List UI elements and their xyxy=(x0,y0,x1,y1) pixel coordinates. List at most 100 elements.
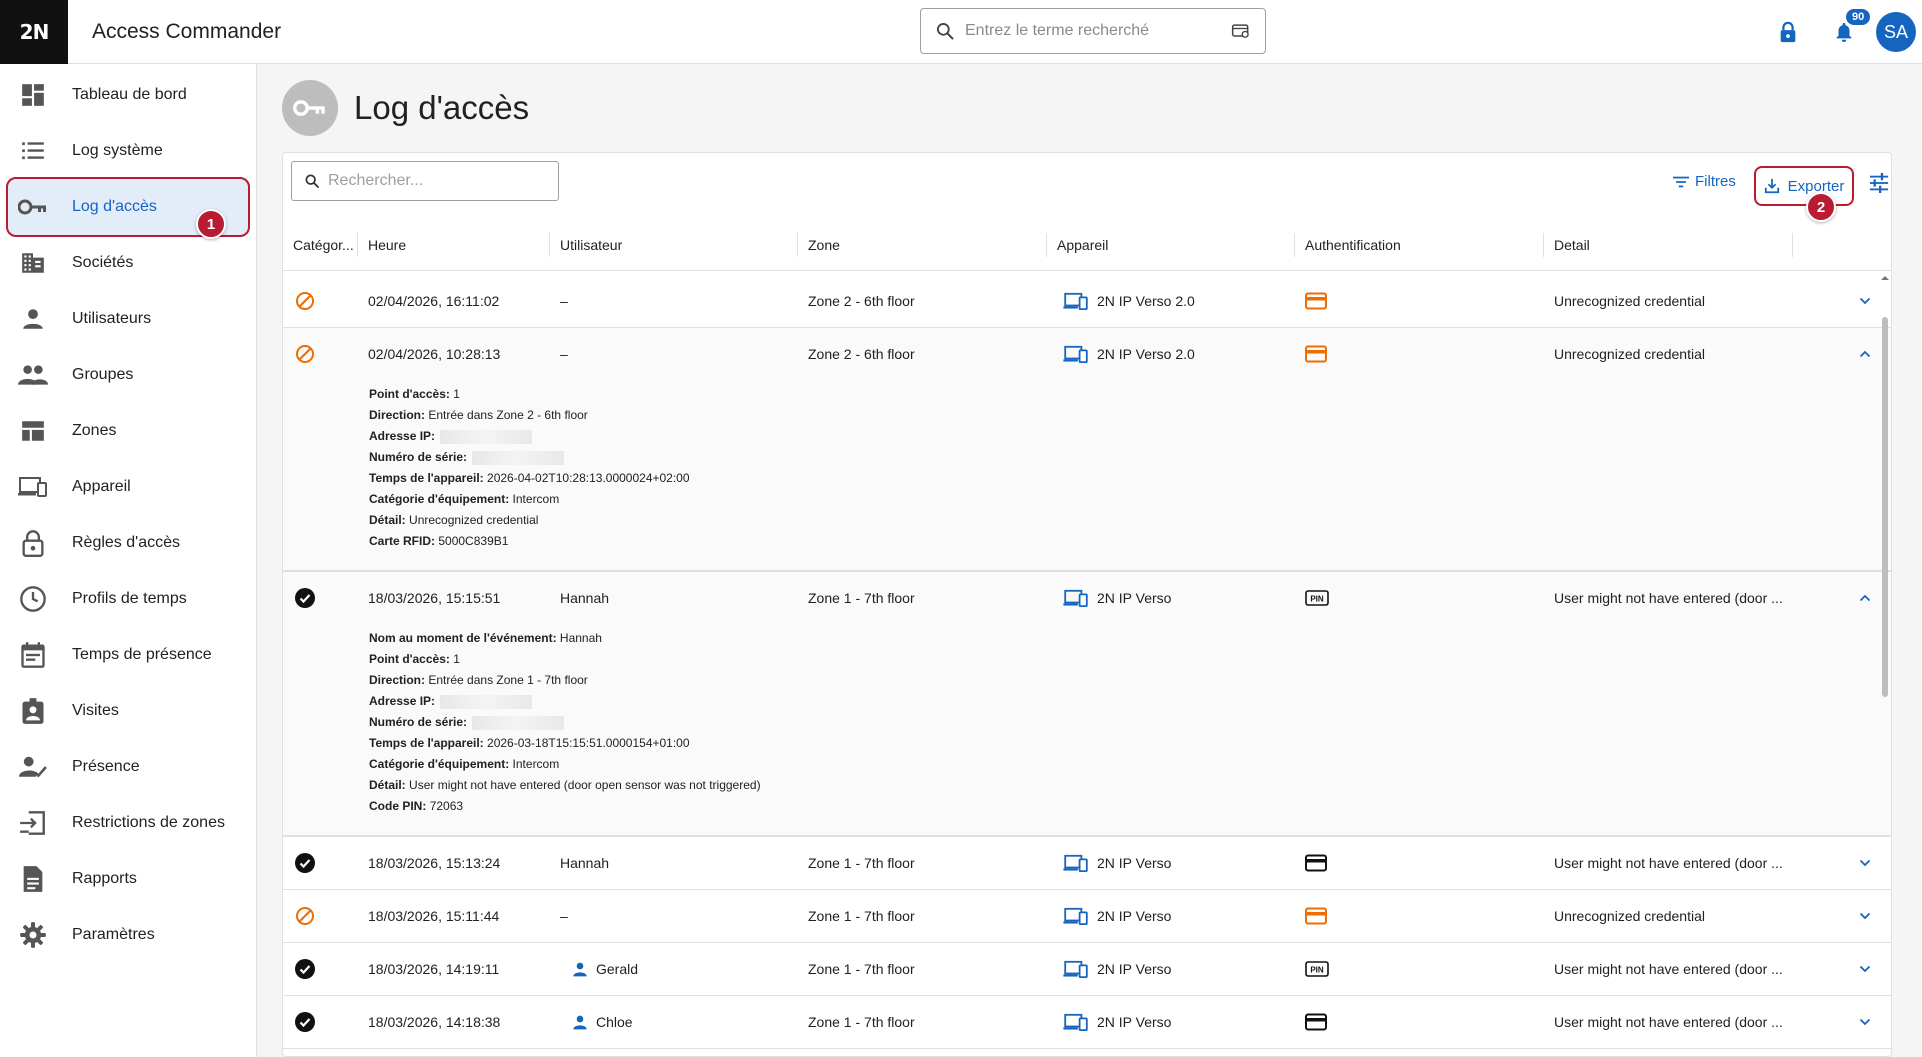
lock-button[interactable] xyxy=(1760,0,1816,64)
detail-line: Catégorie d'équipement: Intercom xyxy=(369,754,1891,775)
dashboard-icon xyxy=(18,80,48,110)
key-icon xyxy=(282,80,338,136)
device-icon xyxy=(1063,907,1089,925)
detail-value: 1 xyxy=(453,387,460,401)
sidebar-item-presence[interactable]: Présence xyxy=(0,739,256,795)
detail-value: Unrecognized credential xyxy=(409,513,539,527)
sidebar-item-societes[interactable]: Sociétés xyxy=(0,235,256,291)
sidebar-item-groupes[interactable]: Groupes xyxy=(0,347,256,403)
user-avatar[interactable]: SA xyxy=(1876,12,1916,52)
redacted-value xyxy=(440,429,533,444)
export-button[interactable]: Exporter 2 xyxy=(1754,166,1854,222)
sidebar-item-log-acces[interactable]: Log d'accès 1 xyxy=(6,177,250,239)
detail-key: Détail: xyxy=(369,513,406,527)
sidebar-item-profils-de-temps[interactable]: Profils de temps xyxy=(0,571,256,627)
table-row[interactable]: 18/03/2026, 14:18:38 Chloe Zone 1 - 7th fl… xyxy=(283,996,1891,1049)
detail-value: Entrée dans Zone 2 - 6th floor xyxy=(428,408,588,422)
brand-logo[interactable]: 2N xyxy=(0,0,68,64)
detail-value: 2026-03-18T15:15:51.0000154+01:00 xyxy=(487,736,690,750)
table-row[interactable]: 02/04/2026, 10:28:13 – Zone 2 - 6th floor 2… xyxy=(283,328,1891,572)
column-header-utilisateur[interactable]: Utilisateur xyxy=(550,219,798,270)
auth-cell xyxy=(1295,1013,1544,1031)
user-cell: – xyxy=(550,346,798,362)
zone-cell: Zone 1 - 7th floor xyxy=(808,961,915,977)
table-row[interactable]: 18/03/2026, 14:19:11 Gerald Zone 1 - 7th f… xyxy=(283,943,1891,996)
detail-cell: User might not have entered (door ... xyxy=(1554,855,1783,871)
sidebar-item-temps-de-presence[interactable]: Temps de présence xyxy=(0,627,256,683)
sidebar-item-label: Groupes xyxy=(72,366,134,383)
table-row[interactable]: 18/03/2026, 15:15:51 Hannah Zone 1 - 7th f… xyxy=(283,572,1891,837)
table-body: 02/04/2026, 16:11:02 – Zone 2 - 6th floor 2… xyxy=(283,275,1891,1049)
detail-key: Direction: xyxy=(369,408,426,422)
device-cell[interactable]: 2N IP Verso xyxy=(1047,1013,1295,1031)
device-icon xyxy=(1063,854,1089,872)
detail-key: Catégorie d'équipement: xyxy=(369,757,510,771)
table-row[interactable]: 18/03/2026, 15:13:24 Hannah Zone 1 - 7th f… xyxy=(283,837,1891,890)
access-granted-icon xyxy=(283,588,358,608)
column-header-categorie[interactable]: Catégor... xyxy=(283,219,358,270)
building-icon xyxy=(18,248,48,278)
global-search-box[interactable] xyxy=(920,8,1266,54)
download-icon xyxy=(1764,178,1779,194)
person-icon xyxy=(572,1014,596,1030)
sidebar-item-log-systeme[interactable]: Log système xyxy=(0,123,256,179)
device-icon xyxy=(1063,345,1089,363)
column-settings-button[interactable] xyxy=(1869,173,1889,193)
sidebar-item-label: Zones xyxy=(72,422,117,439)
zone-cell: Zone 1 - 7th floor xyxy=(808,1014,915,1030)
device-cell[interactable]: 2N IP Verso xyxy=(1047,854,1295,872)
scrollbar-thumb[interactable] xyxy=(1882,317,1888,697)
device-cell[interactable]: 2N IP Verso 2.0 xyxy=(1047,292,1295,310)
sidebar-item-visites[interactable]: Visites xyxy=(0,683,256,739)
device-cell[interactable]: 2N IP Verso 2.0 xyxy=(1047,345,1295,363)
sidebar-item-appareil[interactable]: Appareil xyxy=(0,459,256,515)
auth-cell xyxy=(1295,292,1544,310)
column-header-authentification[interactable]: Authentification xyxy=(1295,219,1544,270)
table-header: Catégor... Heure Utilisateur Zone Appare… xyxy=(283,219,1891,271)
column-header-actions xyxy=(1793,219,1891,270)
sidebar-item-parametres[interactable]: Paramètres xyxy=(0,907,256,963)
device-icon xyxy=(1063,589,1089,607)
redacted-value xyxy=(472,450,565,465)
scroll-up-icon[interactable] xyxy=(1879,273,1891,283)
notifications-button[interactable]: 90 xyxy=(1816,0,1872,64)
time-cell: 02/04/2026, 10:28:13 xyxy=(368,346,501,362)
column-header-detail[interactable]: Detail xyxy=(1544,219,1793,270)
search-card-icon[interactable] xyxy=(1231,22,1251,40)
detail-line: Point d'accès: 1 xyxy=(369,649,1891,670)
sidebar-item-utilisateurs[interactable]: Utilisateurs xyxy=(0,291,256,347)
table-row[interactable]: 18/03/2026, 15:11:44 – Zone 1 - 7th floor 2… xyxy=(283,890,1891,943)
sidebar-item-tableau-de-bord[interactable]: Tableau de bord xyxy=(0,67,256,123)
row-details: Point d'accès: 1 Direction: Entrée dans Z… xyxy=(283,380,1891,570)
detail-line: Nom au moment de l'événement: Hannah xyxy=(369,628,1891,649)
detail-key: Nom au moment de l'événement: xyxy=(369,631,557,645)
detail-key: Point d'accès: xyxy=(369,387,450,401)
column-header-appareil[interactable]: Appareil xyxy=(1047,219,1295,270)
sidebar-item-rapports[interactable]: Rapports xyxy=(0,851,256,907)
table-search-box[interactable] xyxy=(291,161,559,201)
device-cell[interactable]: 2N IP Verso xyxy=(1047,589,1295,607)
zone-cell: Zone 1 - 7th floor xyxy=(808,590,915,606)
sidebar-item-label: Restrictions de zones xyxy=(72,814,225,831)
sidebar-item-regles-acces[interactable]: Règles d'accès xyxy=(0,515,256,571)
column-header-zone[interactable]: Zone xyxy=(798,219,1047,270)
row-details: Nom au moment de l'événement: Hannah Poin… xyxy=(283,624,1891,835)
detail-value: Intercom xyxy=(512,757,560,771)
sidebar-item-zones[interactable]: Zones xyxy=(0,403,256,459)
sidebar-item-restrictions-de-zones[interactable]: Restrictions de zones xyxy=(0,795,256,851)
column-header-heure[interactable]: Heure xyxy=(358,219,550,270)
device-cell[interactable]: 2N IP Verso xyxy=(1047,960,1295,978)
user-cell[interactable]: Gerald xyxy=(550,961,798,977)
device-name: 2N IP Verso xyxy=(1097,590,1172,606)
scrollbar[interactable] xyxy=(1879,271,1891,1056)
table-row[interactable]: 02/04/2026, 16:11:02 – Zone 2 - 6th floor 2… xyxy=(283,275,1891,328)
filters-button[interactable]: Filtres xyxy=(1673,173,1736,190)
table-search-input[interactable] xyxy=(328,172,546,190)
device-cell[interactable]: 2N IP Verso xyxy=(1047,907,1295,925)
redacted-value xyxy=(440,694,533,709)
person-icon xyxy=(572,961,596,977)
time-cell: 18/03/2026, 14:19:11 xyxy=(368,961,500,977)
user-cell[interactable]: Chloe xyxy=(550,1014,798,1030)
detail-key: Point d'accès: xyxy=(369,652,450,666)
global-search-input[interactable] xyxy=(965,22,1231,40)
